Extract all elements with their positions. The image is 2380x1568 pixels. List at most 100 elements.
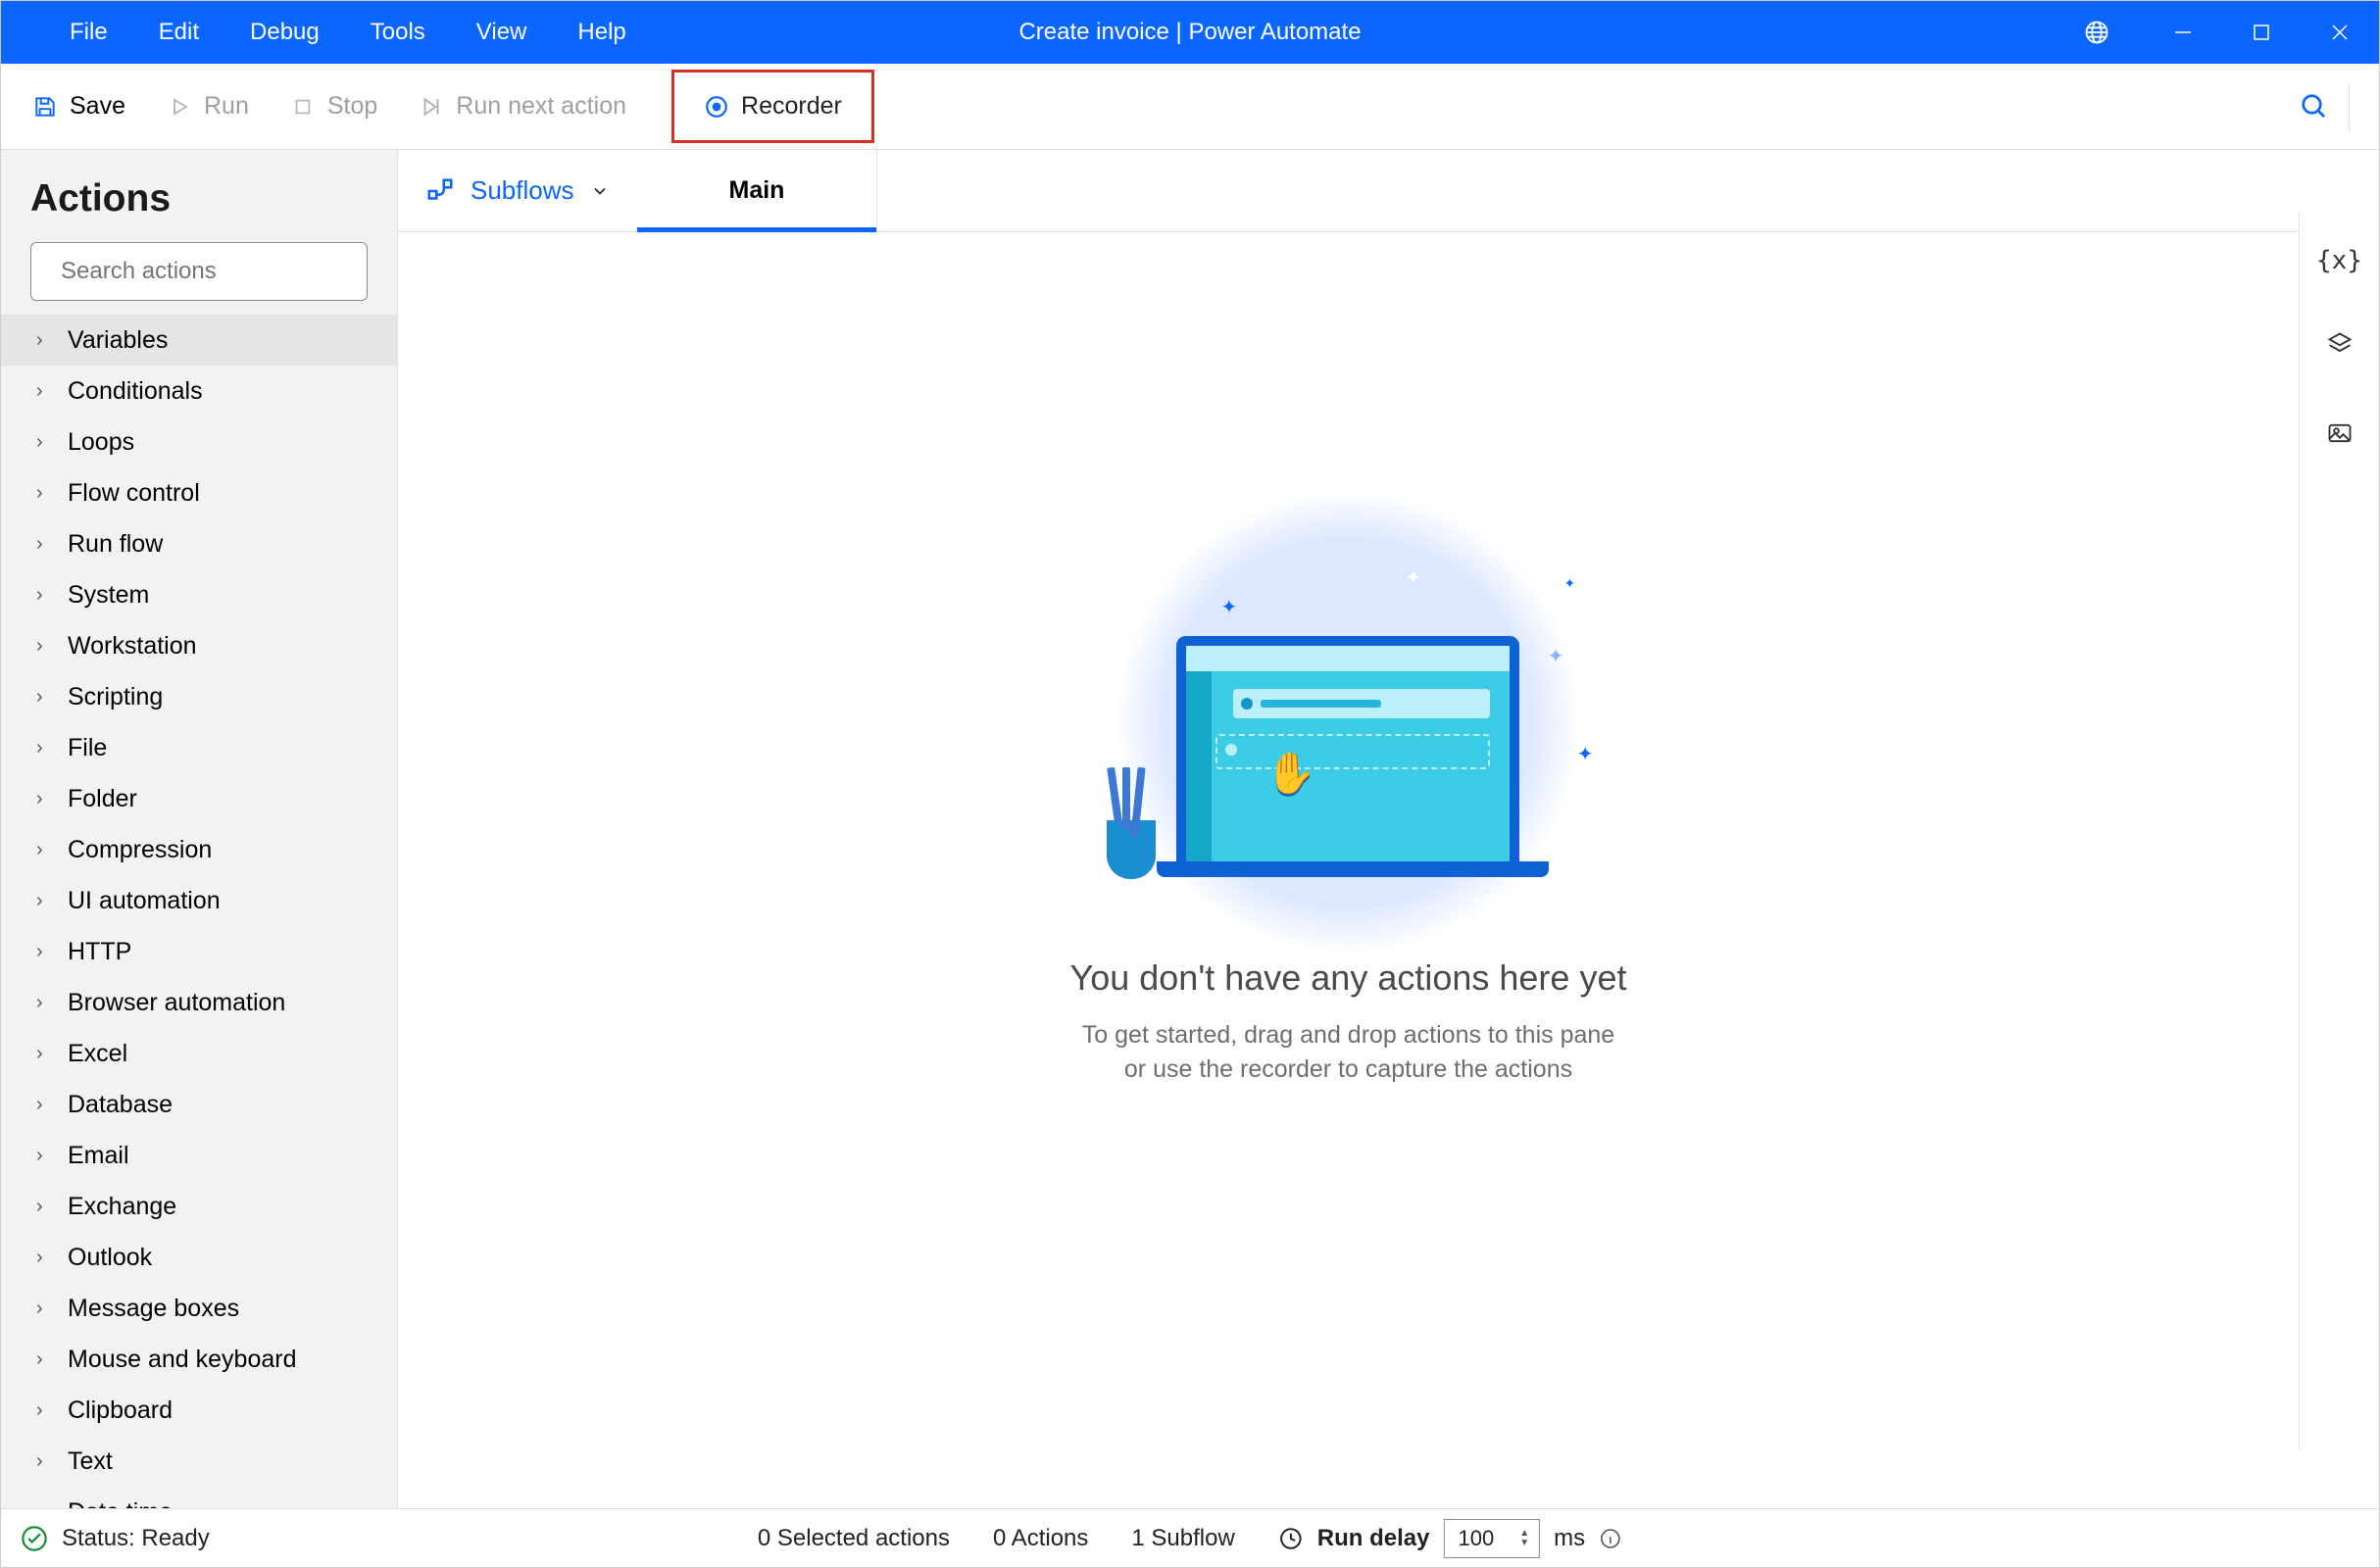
chevron-right-icon: › <box>36 992 54 1014</box>
tree-item-http[interactable]: › HTTP <box>1 926 397 977</box>
close-button[interactable] <box>2301 1 2379 64</box>
play-icon <box>167 94 192 120</box>
run-button[interactable]: Run <box>155 84 261 128</box>
tree-item-conditionals[interactable]: ›Conditionals <box>1 366 397 416</box>
run-delay-unit: ms <box>1554 1525 1585 1552</box>
tree-item-label: Mouse and keyboard <box>68 1346 296 1374</box>
tree-item-database[interactable]: ›Database <box>1 1079 397 1130</box>
chevron-right-icon: › <box>36 839 54 861</box>
maximize-button[interactable] <box>2222 1 2301 64</box>
chevron-right-icon: › <box>36 482 54 505</box>
tree-item-loops[interactable]: ›Loops <box>1 416 397 467</box>
chevron-right-icon: › <box>36 1094 54 1116</box>
status-center: 0 Selected actions 0 Actions 1 Subflow R… <box>758 1519 1622 1558</box>
tree-item-file[interactable]: ›File <box>1 722 397 773</box>
stop-button[interactable]: Stop <box>278 84 389 128</box>
chevron-right-icon: › <box>36 941 54 963</box>
tree-item-system[interactable]: ›System <box>1 569 397 620</box>
tree-item-workstation[interactable]: › Workstation <box>1 620 397 671</box>
images-panel-button[interactable] <box>2326 419 2354 454</box>
subflows-dropdown[interactable]: Subflows <box>398 150 637 231</box>
tree-item-email[interactable]: › Email <box>1 1130 397 1181</box>
recorder-highlight-box: Recorder <box>671 70 874 143</box>
toolbar-search-button[interactable] <box>2300 83 2350 130</box>
spinner-buttons[interactable]: ▲▼ <box>1519 1529 1529 1548</box>
tree-item-label: Run flow <box>68 530 163 559</box>
chevron-right-icon: › <box>36 1145 54 1167</box>
tree-item-compression[interactable]: › Compression <box>1 824 397 875</box>
recorder-button[interactable]: Recorder <box>704 92 842 121</box>
check-circle-icon <box>21 1525 48 1552</box>
status-selected: 0 Selected actions <box>758 1525 950 1552</box>
tree-item-variables[interactable]: ›Variables <box>1 315 397 366</box>
tree-item-excel[interactable]: ›Excel <box>1 1028 397 1079</box>
variables-panel-button[interactable]: {x} <box>2316 246 2362 275</box>
toolbar-right <box>2300 64 2350 149</box>
tree-item-text[interactable]: ›Text <box>1 1436 397 1487</box>
tree-item-label: Email <box>68 1142 129 1170</box>
run-next-button[interactable]: Run next action <box>407 84 638 128</box>
menu-help[interactable]: Help <box>558 19 645 46</box>
menu-debug[interactable]: Debug <box>230 19 339 46</box>
tree-item-browser-automation[interactable]: › Browser automation <box>1 977 397 1028</box>
title-right-group <box>2083 1 2379 64</box>
minimize-button[interactable] <box>2144 1 2222 64</box>
tree-item-label: Workstation <box>68 632 197 661</box>
chevron-right-icon: › <box>36 635 54 658</box>
action-tree[interactable]: ›Variables›Conditionals›Loops›Flow contr… <box>1 315 397 1508</box>
search-input[interactable] <box>61 258 365 285</box>
save-button[interactable]: Save <box>21 84 137 128</box>
tree-item-clipboard[interactable]: ›Clipboard <box>1 1385 397 1436</box>
close-icon <box>2330 23 2350 42</box>
tree-item-label: Exchange <box>68 1193 176 1221</box>
menu-tools[interactable]: Tools <box>351 19 445 46</box>
chevron-right-icon: › <box>36 788 54 810</box>
search-box[interactable] <box>30 242 368 301</box>
ui-elements-button[interactable] <box>2326 330 2354 365</box>
subflows-label: Subflows <box>471 175 574 206</box>
run-delay-label: Run delay <box>1317 1525 1430 1552</box>
tree-item-ui-automation[interactable]: ›UI automation <box>1 875 397 926</box>
info-icon[interactable] <box>1599 1527 1622 1550</box>
tree-item-label: File <box>68 734 107 762</box>
menu-file[interactable]: File <box>50 19 127 46</box>
run-delay-value: 100 <box>1459 1526 1495 1551</box>
chevron-right-icon: › <box>36 1247 54 1269</box>
sidebar-title: Actions <box>30 177 368 220</box>
tree-item-exchange[interactable]: › Exchange <box>1 1181 397 1232</box>
tree-item-flow-control[interactable]: ›Flow control <box>1 467 397 518</box>
main-panel: Subflows Main ✦ ✦ ✦ ✦ ✦ ✦ <box>398 150 2299 1508</box>
globe-icon <box>2083 19 2110 46</box>
empty-sub-2: or use the recorder to capture the actio… <box>1070 1053 1627 1087</box>
tree-item-folder[interactable]: ›Folder <box>1 773 397 824</box>
account-switcher[interactable] <box>2083 19 2120 46</box>
tree-item-label: HTTP <box>68 938 131 966</box>
chevron-right-icon: › <box>36 1196 54 1218</box>
save-label: Save <box>70 92 125 121</box>
chevron-right-icon: › <box>36 686 54 709</box>
designer-canvas[interactable]: ✦ ✦ ✦ ✦ ✦ ✦ <box>398 232 2299 1508</box>
tree-item-label: Scripting <box>68 683 163 711</box>
empty-heading: You don't have any actions here yet <box>1070 957 1627 999</box>
tree-item-label: Outlook <box>68 1244 152 1272</box>
tree-item-mouse-and-keyboard[interactable]: ›Mouse and keyboard <box>1 1334 397 1385</box>
tab-main[interactable]: Main <box>637 150 878 231</box>
subflow-tabs: Subflows Main <box>398 150 2299 232</box>
image-icon <box>2326 419 2354 447</box>
tree-item-label: Conditionals <box>68 377 203 406</box>
menu-edit[interactable]: Edit <box>139 19 219 46</box>
tree-item-date-time[interactable]: ›Date time <box>1 1487 397 1508</box>
tree-item-label: Text <box>68 1447 113 1476</box>
body: Actions ›Variables›Conditionals›Loops›Fl… <box>1 150 2379 1508</box>
chevron-right-icon: › <box>36 1298 54 1320</box>
tree-item-label: Message boxes <box>68 1295 239 1323</box>
tree-item-scripting[interactable]: › Scripting <box>1 671 397 722</box>
tree-item-run-flow[interactable]: ›Run flow <box>1 518 397 569</box>
tree-item-label: Browser automation <box>68 989 285 1017</box>
tree-item-outlook[interactable]: › Outlook <box>1 1232 397 1283</box>
run-delay-input[interactable]: 100 ▲▼ <box>1444 1519 1541 1558</box>
record-icon <box>704 94 729 120</box>
tree-item-label: Compression <box>68 836 212 864</box>
menu-view[interactable]: View <box>457 19 547 46</box>
tree-item-message-boxes[interactable]: › Message boxes <box>1 1283 397 1334</box>
